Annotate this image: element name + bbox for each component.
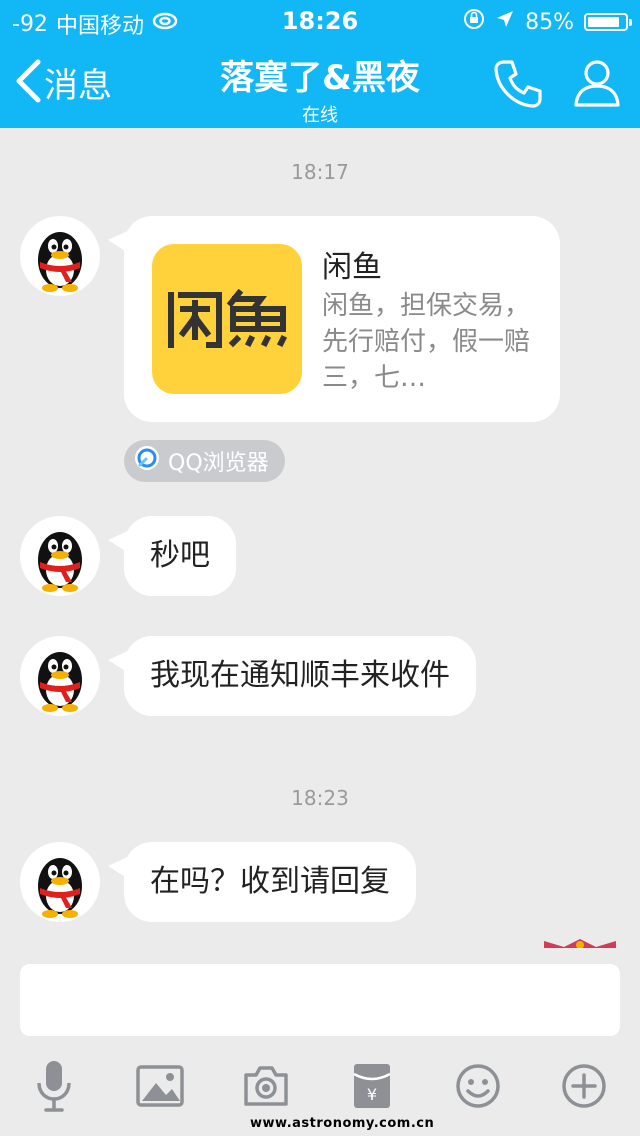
svg-text:¥: ¥ bbox=[367, 1085, 377, 1104]
red-packet-icon: ¥ bbox=[352, 1062, 392, 1114]
profile-button[interactable] bbox=[572, 58, 622, 112]
source-label: QQ浏览器 bbox=[168, 451, 269, 476]
watermark: www.astronomy.com.cn bbox=[250, 1116, 435, 1131]
message-input[interactable] bbox=[20, 964, 620, 1036]
rotation-lock-icon bbox=[463, 8, 485, 36]
phone-icon bbox=[492, 60, 544, 114]
chat-header: 落寞了&黑夜 在线 bbox=[0, 50, 640, 127]
camera-button[interactable] bbox=[234, 1056, 298, 1120]
card-title: 闲鱼 bbox=[322, 250, 382, 285]
presence-status: 在线 bbox=[302, 105, 338, 126]
input-toolbar: ¥ bbox=[0, 1056, 640, 1120]
source-tag[interactable]: QQ浏览器 bbox=[124, 440, 285, 482]
top-bar: -92 中国移动 18:26 85% 消息 落寞了&黑夜 在线 bbox=[0, 0, 640, 128]
voice-button[interactable] bbox=[22, 1056, 86, 1120]
card-description: 闲鱼，担保交易，先行赔付，假一赔三，七… bbox=[322, 291, 531, 393]
message-bubble[interactable]: 在吗？收到请回复 bbox=[108, 842, 416, 922]
message-bubble[interactable]: 秒吧 bbox=[108, 516, 236, 596]
status-bar: -92 中国移动 18:26 85% bbox=[0, 0, 640, 40]
microphone-icon bbox=[34, 1059, 74, 1117]
qq-browser-icon bbox=[134, 445, 160, 477]
link-card-bubble[interactable]: 闲鱼 闲鱼，担保交易，先行赔付，假一赔三，七… bbox=[108, 216, 560, 422]
plus-icon bbox=[561, 1063, 607, 1113]
message-timestamp: 18:23 bbox=[291, 786, 349, 810]
avatar[interactable] bbox=[20, 636, 100, 716]
location-icon bbox=[495, 9, 515, 35]
message-timestamp: 18:17 bbox=[291, 160, 349, 184]
photo-button[interactable] bbox=[128, 1056, 192, 1120]
avatar[interactable] bbox=[20, 516, 100, 596]
contact-name: 落寞了&黑夜 bbox=[220, 58, 420, 98]
avatar[interactable] bbox=[20, 216, 100, 296]
xianyu-logo bbox=[152, 244, 302, 394]
camera-icon bbox=[242, 1065, 290, 1111]
call-button[interactable] bbox=[492, 58, 544, 114]
emoji-button[interactable] bbox=[446, 1056, 510, 1120]
message-bubble[interactable]: 我现在通知顺丰来收件 bbox=[108, 636, 476, 716]
avatar[interactable] bbox=[20, 842, 100, 922]
red-packet-button[interactable]: ¥ bbox=[340, 1056, 404, 1120]
person-icon bbox=[572, 60, 622, 112]
image-icon bbox=[136, 1065, 184, 1111]
battery-percent: 85% bbox=[525, 9, 574, 35]
battery-icon bbox=[584, 13, 632, 31]
more-button[interactable] bbox=[552, 1056, 616, 1120]
emoji-icon bbox=[455, 1063, 501, 1113]
